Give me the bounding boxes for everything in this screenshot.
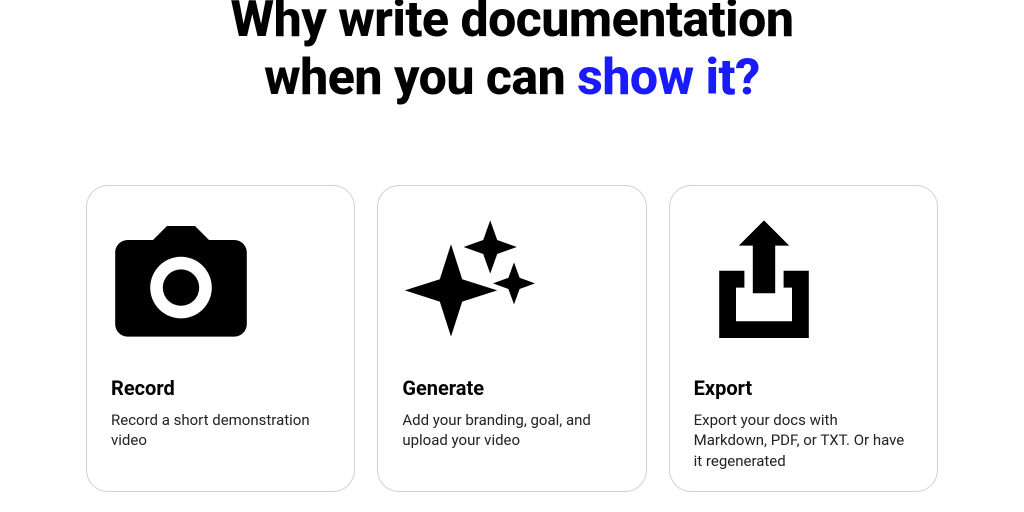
- card-generate-desc: Add your branding, goal, and upload your…: [402, 410, 621, 451]
- hero-line2-prefix: when you can: [264, 49, 577, 107]
- card-generate-title: Generate: [402, 376, 621, 400]
- card-record: Record Record a short demonstration vide…: [86, 185, 355, 492]
- card-generate: Generate Add your branding, goal, and up…: [377, 185, 646, 492]
- card-record-desc: Record a short demonstration video: [111, 410, 330, 451]
- card-record-title: Record: [111, 376, 330, 400]
- hero-line1: Why write documentation: [231, 0, 794, 49]
- feature-cards-row: Record Record a short demonstration vide…: [0, 185, 1024, 492]
- export-icon: [694, 212, 834, 352]
- card-export-title: Export: [694, 376, 913, 400]
- card-export: Export Export your docs with Markdown, P…: [669, 185, 938, 492]
- sparkles-icon: [402, 212, 542, 352]
- hero-line2-accent: show it?: [577, 49, 760, 107]
- camera-icon: [111, 212, 251, 352]
- hero-title: Why write documentation when you can sho…: [0, 0, 1024, 107]
- card-export-desc: Export your docs with Markdown, PDF, or …: [694, 410, 913, 471]
